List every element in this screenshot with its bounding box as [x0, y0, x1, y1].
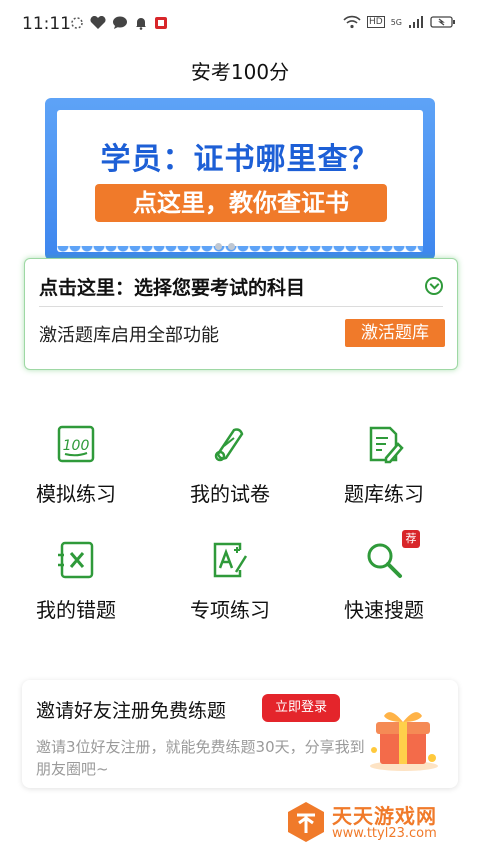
grid-item-quick-search[interactable]: 荐 快速搜题	[314, 530, 454, 630]
banner-paper: 学员：证书哪里查？ 点这里，教你查证书	[57, 110, 423, 258]
divider	[39, 306, 443, 307]
grid-label: 我的错题	[36, 598, 116, 622]
grid-label: 我的试卷	[190, 482, 270, 506]
app-title: 安考100分	[190, 60, 290, 84]
invite-title: 邀请好友注册免费练题	[36, 700, 227, 722]
chevron-down-icon[interactable]	[425, 277, 443, 295]
system-icons: HD 5G	[343, 15, 456, 29]
subject-selector-title[interactable]: 点击这里：选择您要考试的科目	[39, 273, 305, 300]
watermark: 天天游戏网 www.ttyl23.com	[280, 790, 480, 850]
scroll-icon	[214, 428, 244, 462]
banner-pagination	[215, 243, 235, 250]
svg-text:100: 100	[63, 438, 90, 454]
activate-description: 激活题库启用全部功能	[39, 325, 219, 346]
wrong-answer-icon	[58, 541, 94, 579]
status-bar: 11:11 HD 5G	[0, 0, 480, 50]
pagination-dot	[215, 243, 222, 250]
hd-label: HD	[367, 16, 385, 28]
chat-icon	[113, 16, 127, 29]
heart-icon	[90, 16, 106, 29]
login-now-button[interactable]: 立即登录	[262, 694, 340, 722]
invite-description: 邀请3位好友注册，就能免费练题30天，分享我到朋友圈吧~	[36, 738, 365, 778]
grid-item-my-papers[interactable]: 我的试卷	[160, 424, 300, 514]
battery-icon	[430, 16, 455, 28]
grid-item-mock-exam[interactable]: 100 模拟练习	[6, 424, 146, 514]
loading-icon	[71, 17, 83, 29]
status-time: 11:11	[22, 14, 71, 34]
grid-label: 题库练习	[344, 482, 424, 506]
a-plus-icon	[213, 542, 248, 578]
activate-question-bank-button[interactable]: 激活题库	[345, 319, 445, 347]
subject-selector-card[interactable]: 点击这里：选择您要考试的科目 激活题库启用全部功能 激活题库	[24, 258, 458, 370]
banner-subtitle: 点这里，教你查证书	[95, 184, 387, 222]
app-notification-icon	[155, 17, 167, 29]
promo-banner[interactable]: 学员：证书哪里查？ 点这里，教你查证书	[45, 98, 435, 260]
grid-item-question-bank[interactable]: 题库练习	[314, 424, 454, 514]
notification-icons	[70, 16, 168, 30]
grid-item-wrong-answers[interactable]: 我的错题	[6, 540, 146, 630]
recommend-badge: 荐	[402, 530, 420, 548]
watermark-title: 天天游戏网	[332, 804, 437, 828]
bell-icon	[136, 18, 146, 30]
grid-label: 快速搜题	[344, 598, 424, 622]
pagination-dot	[228, 243, 235, 250]
signal-type-label: 5G	[390, 17, 402, 27]
grid-item-special-practice[interactable]: 专项练习	[160, 540, 300, 630]
watermark-url: www.ttyl23.com	[332, 826, 437, 841]
score-100-icon: 100	[57, 425, 95, 463]
grid-label: 专项练习	[190, 598, 270, 622]
document-edit-icon	[369, 426, 404, 464]
banner-title: 学员：证书哪里查？	[100, 142, 380, 177]
invite-card[interactable]: 邀请好友注册免费练题 立即登录 邀请3位好友注册，就能免费练题30天，分享我到朋…	[22, 680, 458, 788]
grid-label: 模拟练习	[36, 482, 116, 506]
wifi-icon	[343, 15, 361, 29]
watermark-logo-icon	[288, 802, 324, 842]
signal-icon	[409, 16, 423, 28]
search-icon	[367, 543, 402, 578]
gift-icon	[370, 712, 438, 771]
